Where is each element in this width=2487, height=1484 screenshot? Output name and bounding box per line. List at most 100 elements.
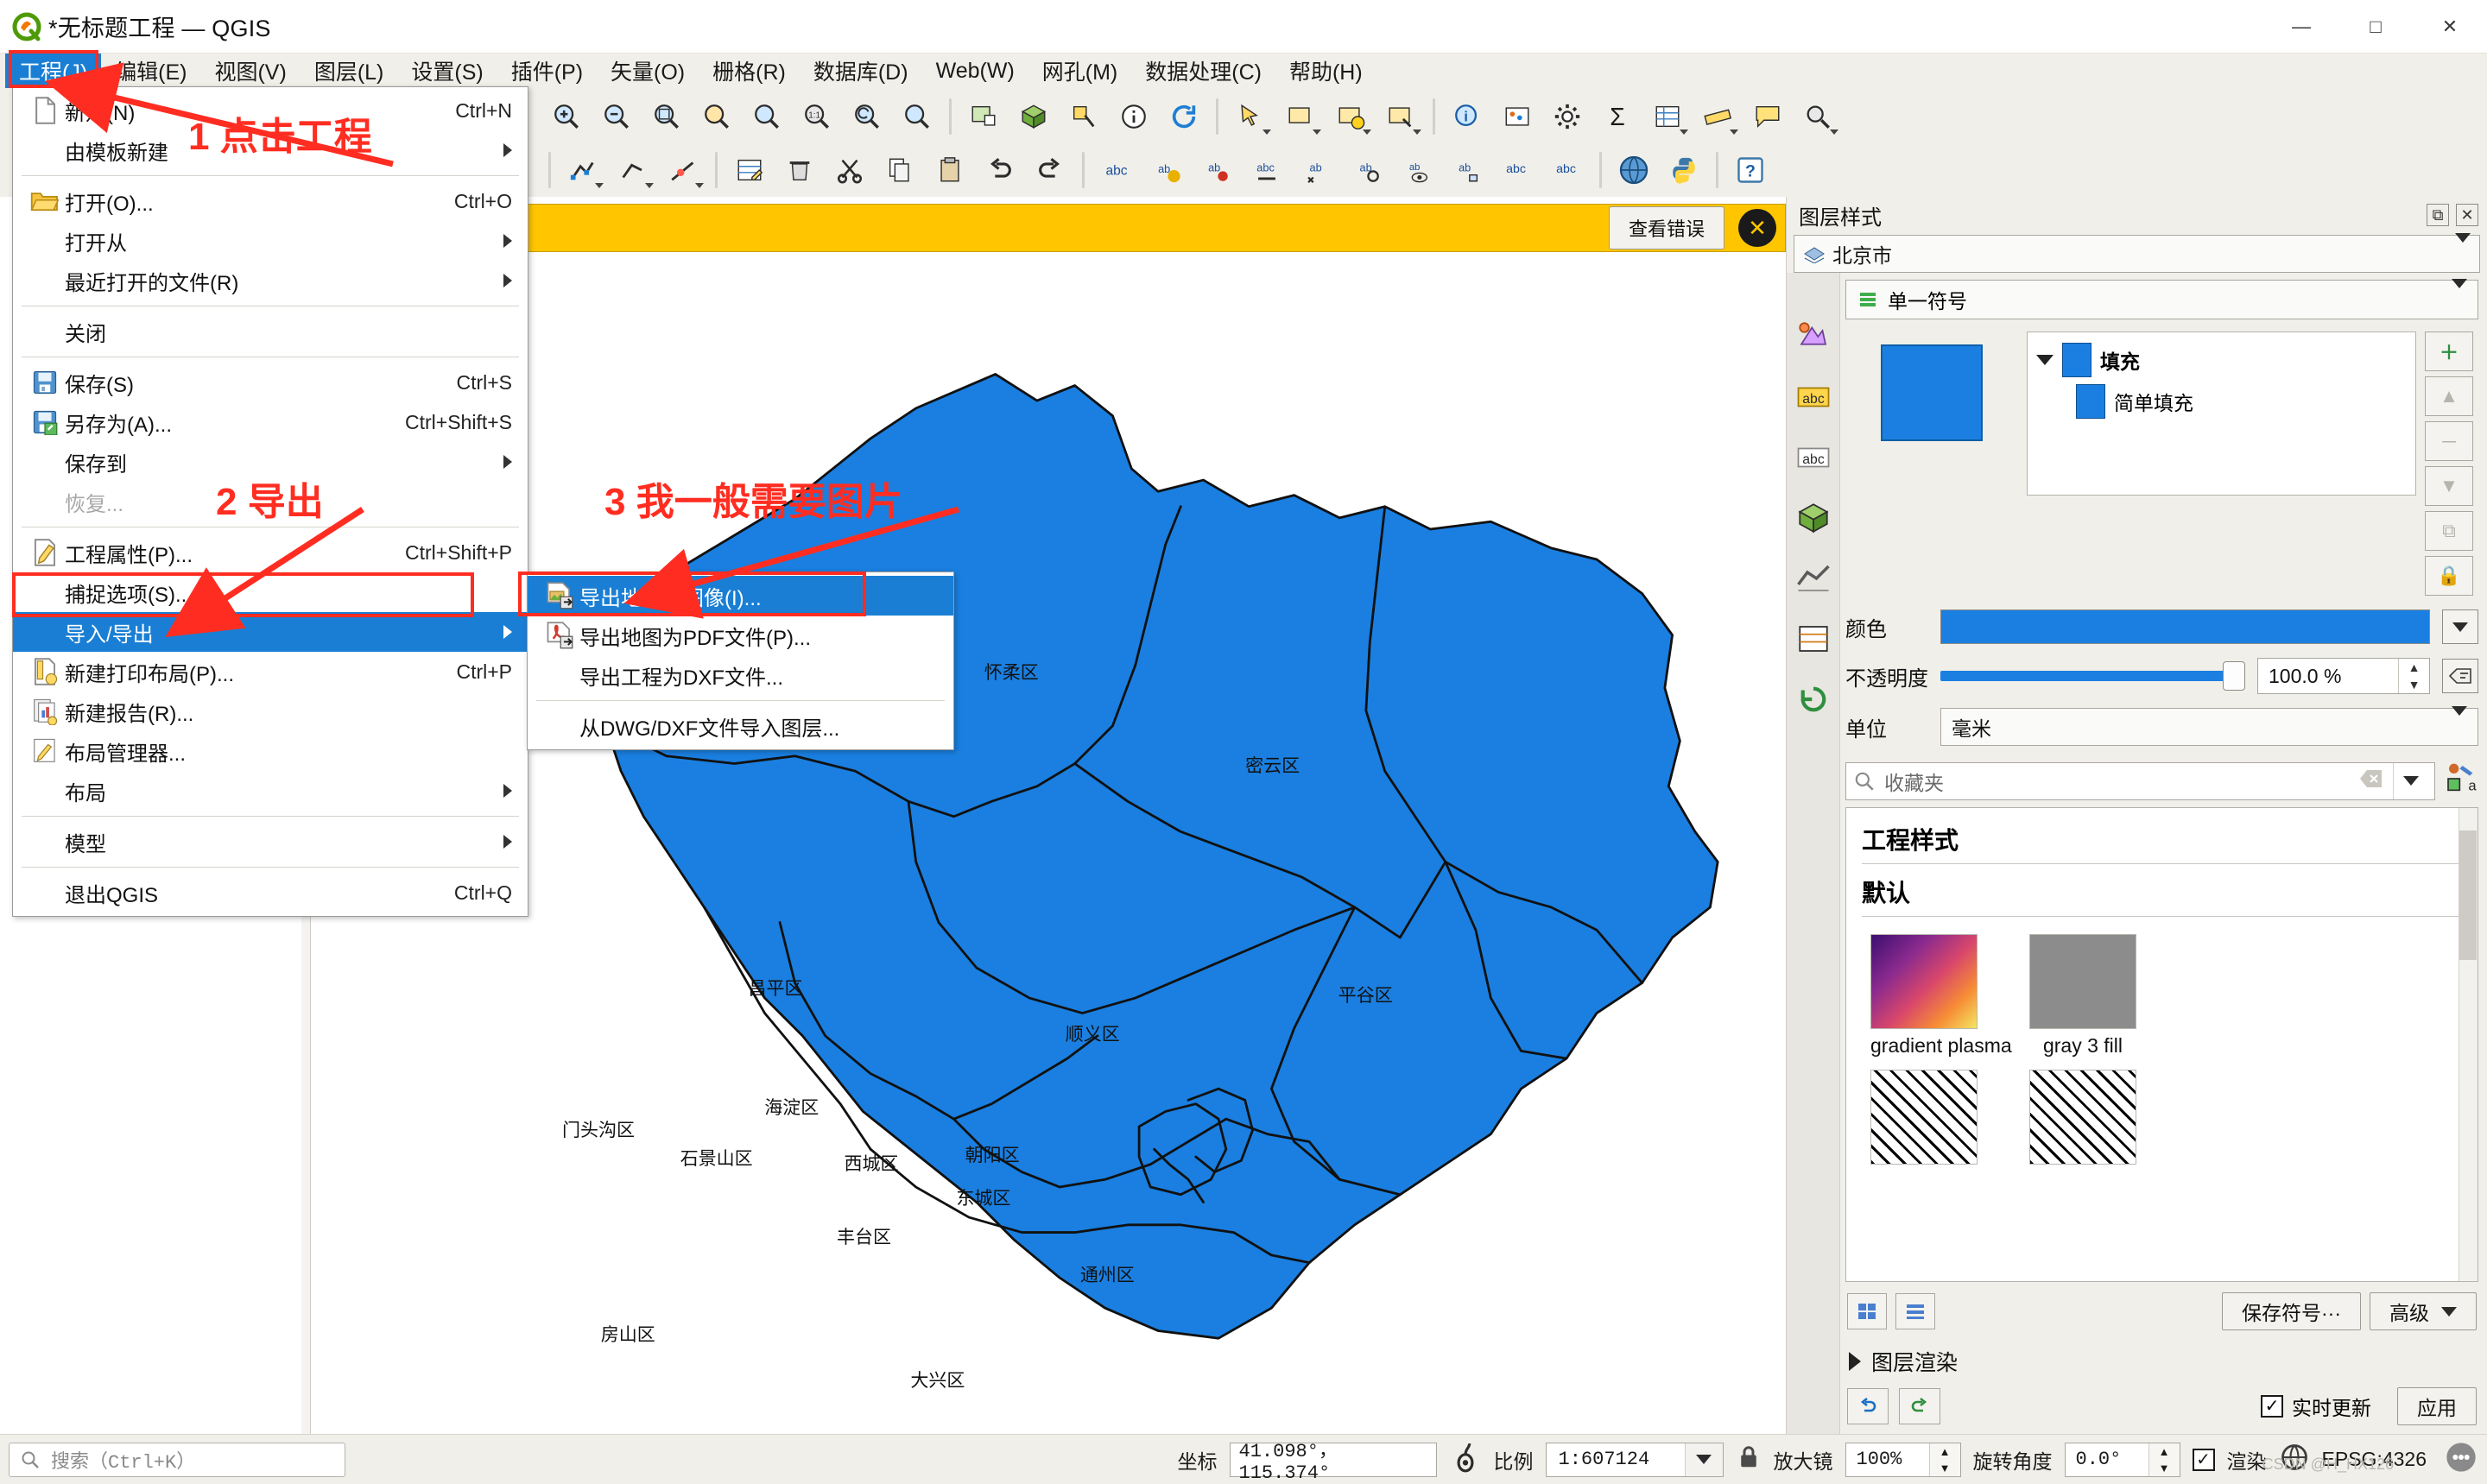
undo-icon[interactable] — [1847, 1388, 1889, 1424]
spin-down-icon[interactable]: ▼ — [1930, 1460, 1960, 1476]
menu-item-snapping-options[interactable]: 捕捉选项(S)... — [13, 572, 528, 612]
close-icon[interactable]: ✕ — [2456, 204, 2478, 226]
lock-button[interactable]: 🔒 — [2425, 556, 2473, 596]
python-console-icon[interactable] — [1660, 147, 1708, 193]
paste-icon[interactable] — [926, 147, 974, 193]
magnifier-spinbox[interactable]: 100% ▲▼ — [1845, 1443, 1961, 1477]
messages-icon[interactable] — [1449, 1441, 1482, 1479]
text-annotation-icon[interactable] — [1743, 93, 1792, 140]
color-dropdown-button[interactable] — [2442, 609, 2478, 644]
zoom-native-icon[interactable]: 1:1 — [793, 93, 841, 140]
move-up-button[interactable]: ▲ — [2425, 376, 2473, 416]
search-settings-icon[interactable] — [1794, 93, 1842, 140]
label-style-icon[interactable]: abc — [1493, 147, 1541, 193]
menu-item-new-print-layout[interactable]: 新建打印布局(P)... Ctrl+P — [13, 652, 528, 691]
unit-combo[interactable]: 毫米 — [1940, 708, 2478, 746]
label-eye-icon[interactable]: ab — [1393, 147, 1441, 193]
help-icon[interactable]: ? — [1726, 147, 1775, 193]
identify-results-icon[interactable]: i — [1443, 93, 1491, 140]
style-manager-icon[interactable]: a — [2444, 761, 2478, 800]
new-map-view-icon[interactable] — [959, 93, 1008, 140]
submenu-item-export-project-dxf[interactable]: 导出工程为DXF文件... — [528, 655, 953, 695]
scale-combo[interactable]: 1:607124 — [1546, 1443, 1724, 1477]
tab-3d-view[interactable] — [1791, 496, 1836, 540]
zoom-last-icon[interactable] — [843, 93, 891, 140]
zoom-layer-icon[interactable] — [743, 93, 791, 140]
new-3d-view-icon[interactable] — [1009, 93, 1058, 140]
minimize-button[interactable]: — — [2264, 0, 2338, 54]
remove-symbol-layer-button[interactable]: － — [2425, 421, 2473, 461]
label-show-icon[interactable]: abc — [1243, 147, 1291, 193]
menu-processing[interactable]: 数据处理(C) — [1131, 54, 1275, 88]
attribute-table-icon[interactable] — [1643, 93, 1692, 140]
duplicate-button[interactable]: ⧉ — [2425, 511, 2473, 551]
move-down-button[interactable]: ▼ — [2425, 466, 2473, 506]
menu-item-layout-manager[interactable]: 布局管理器... — [13, 731, 528, 771]
list-view-icon[interactable] — [1895, 1293, 1935, 1329]
redo-icon[interactable] — [1899, 1388, 1940, 1424]
layer-selector-combo[interactable]: 北京市 — [1794, 235, 2480, 273]
deselect-icon[interactable] — [1276, 93, 1325, 140]
style-list-scrollbar[interactable] — [2459, 808, 2478, 1281]
spin-up-icon[interactable]: ▲ — [1930, 1443, 1960, 1460]
menu-item-recent-files[interactable]: 最近打开的文件(R) — [13, 261, 528, 300]
chevron-down-icon[interactable] — [2452, 279, 2467, 311]
tab-symbology[interactable] — [1791, 314, 1836, 359]
lock-icon[interactable] — [1736, 1443, 1762, 1477]
submenu-item-import-dwg-dxf[interactable]: 从DWG/DXF文件导入图层... — [528, 706, 953, 746]
menu-item-open[interactable]: 打开(O)... Ctrl+O — [13, 181, 528, 221]
close-button[interactable]: ✕ — [2413, 0, 2487, 54]
spin-down-icon[interactable]: ▼ — [2399, 676, 2429, 693]
menu-view[interactable]: 视图(V) — [200, 54, 300, 88]
menu-help[interactable]: 帮助(H) — [1275, 54, 1376, 88]
layer-rendering-section[interactable]: 图层渲染 — [1845, 1337, 2478, 1382]
map-tips-icon[interactable] — [1110, 93, 1158, 140]
symbol-node-fill[interactable]: 填充 — [2028, 339, 2415, 381]
style-item-gray-3-fill[interactable] — [2029, 934, 2136, 1029]
menu-item-new-report[interactable]: 新建报告(R)... — [13, 691, 528, 731]
zoom-out-icon[interactable] — [592, 93, 641, 140]
menu-plugins[interactable]: 插件(P) — [497, 54, 597, 88]
menu-item-save[interactable]: 保存(S) Ctrl+S — [13, 363, 528, 402]
expand-triangle-icon[interactable] — [2036, 355, 2054, 365]
menu-settings[interactable]: 设置(S) — [397, 54, 497, 88]
zoom-full-icon[interactable] — [642, 93, 691, 140]
undock-icon[interactable]: ⧉ — [2427, 204, 2449, 226]
measure-icon[interactable] — [1693, 93, 1742, 140]
spin-down-icon[interactable]: ▼ — [2149, 1460, 2180, 1476]
menu-raster[interactable]: 栅格(R) — [699, 54, 800, 88]
data-defined-override-button[interactable] — [2442, 659, 2478, 693]
search-dropdown-icon[interactable] — [2393, 763, 2427, 799]
advanced-button[interactable]: 高级 — [2370, 1292, 2477, 1330]
vertex-tool-icon[interactable] — [659, 147, 707, 193]
menu-item-exit-qgis[interactable]: 退出QGIS Ctrl+Q — [13, 873, 528, 913]
copy-icon[interactable] — [876, 147, 924, 193]
label-pin2-icon[interactable]: abc — [1543, 147, 1592, 193]
renderer-combo[interactable]: 单一符号 — [1845, 280, 2478, 319]
label-move-icon[interactable]: ab — [1293, 147, 1341, 193]
style-list[interactable]: 工程样式 默认 gradient plasma gr — [1845, 807, 2478, 1282]
menu-vector[interactable]: 矢量(O) — [597, 54, 699, 88]
map-canvas[interactable]: 怀柔区 密云区 延庆区 昌平区 顺义区 平谷区 门头沟区 海淀区 石景山区 西城… — [311, 252, 1786, 1434]
select-features-icon[interactable] — [1226, 93, 1275, 140]
menu-database[interactable]: 数据库(D) — [800, 54, 922, 88]
style-search-box[interactable]: 收藏夹 — [1845, 762, 2435, 800]
chevron-down-icon[interactable] — [2452, 706, 2467, 738]
chevron-down-icon[interactable] — [1685, 1443, 1723, 1476]
import-export-submenu[interactable]: 导出地图为图像(I)... 导出地图为PDF文件(P)... 导出工程为DXF文… — [527, 571, 954, 750]
menu-item-save-as[interactable]: 另存为(A)... Ctrl+Shift+S — [13, 402, 528, 442]
chevron-down-icon[interactable] — [2455, 233, 2471, 265]
spin-up-icon[interactable]: ▲ — [2399, 659, 2429, 676]
clear-search-icon[interactable] — [2358, 767, 2384, 795]
submenu-item-export-map-image[interactable]: 导出地图为图像(I)... — [528, 576, 953, 616]
expand-arrow-icon[interactable] — [1849, 1352, 1861, 1371]
redo-icon[interactable] — [1026, 147, 1074, 193]
delete-icon[interactable] — [775, 147, 824, 193]
menu-item-open-from[interactable]: 打开从 — [13, 221, 528, 261]
options-gear-icon[interactable] — [1543, 93, 1592, 140]
cut-icon[interactable] — [826, 147, 874, 193]
live-update-checkbox[interactable]: ✓ — [2261, 1395, 2283, 1418]
node-tool-icon[interactable] — [559, 147, 607, 193]
modify-attributes-icon[interactable] — [725, 147, 774, 193]
statistics-icon[interactable] — [1493, 93, 1541, 140]
